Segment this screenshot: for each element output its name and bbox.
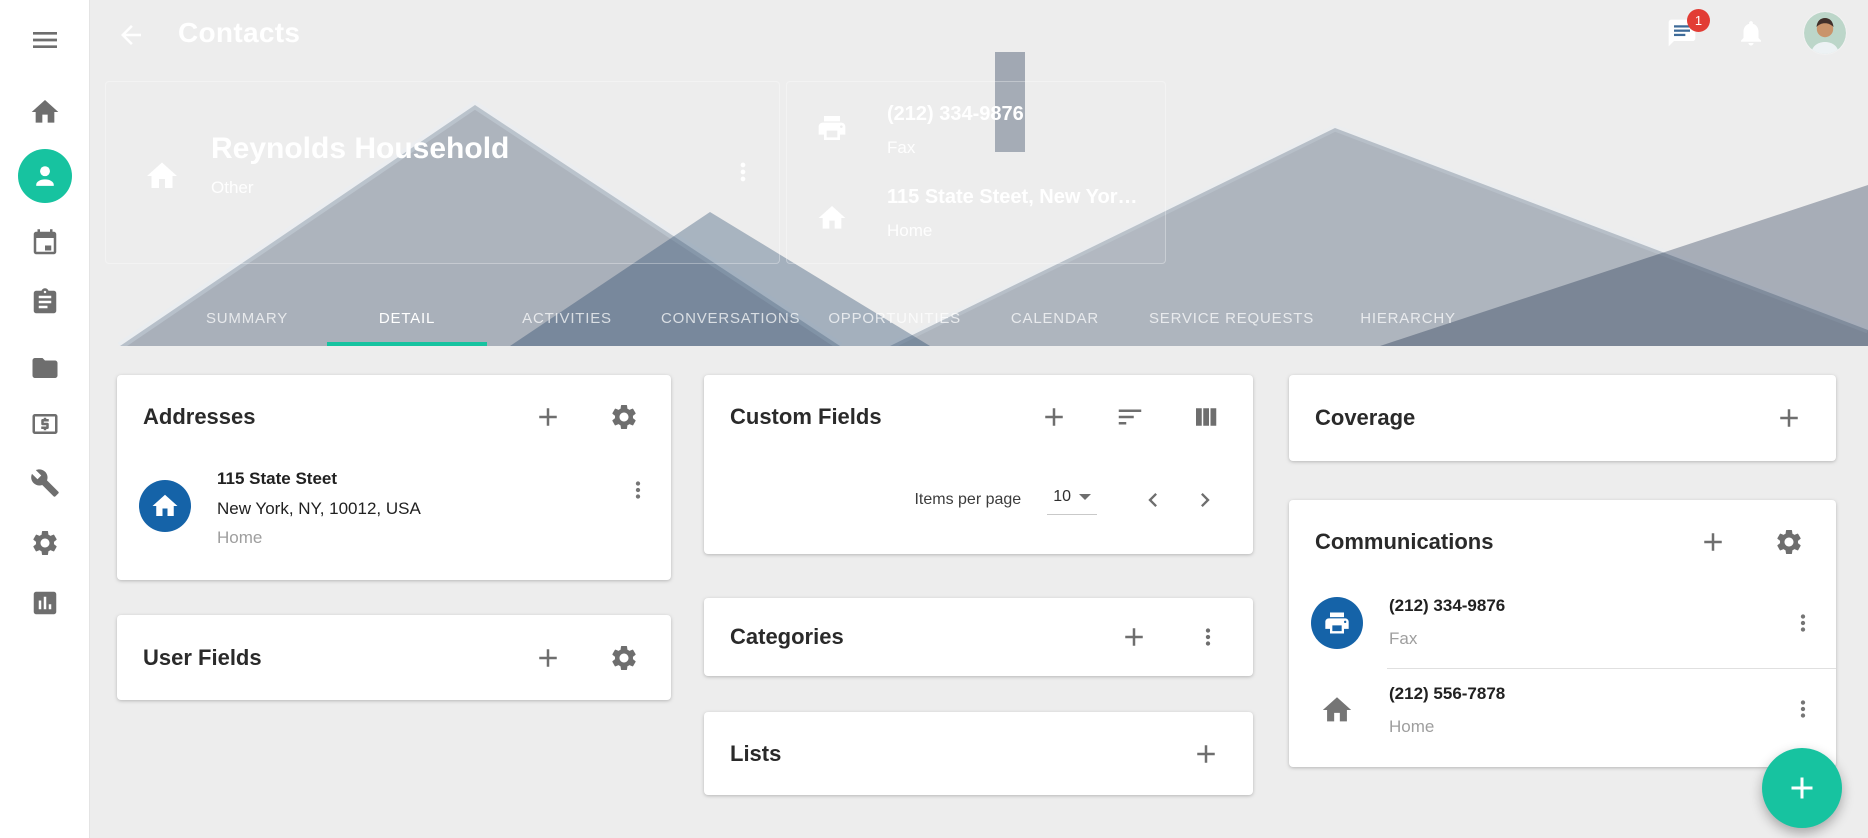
dropdown-caret-icon bbox=[1079, 494, 1091, 500]
home-icon bbox=[816, 202, 848, 234]
household-icon bbox=[144, 158, 180, 194]
columns-icon[interactable] bbox=[1191, 402, 1221, 432]
card-title: User Fields bbox=[143, 645, 262, 671]
quick-info-card: (212) 334-9876 Fax 115 State Steet, New … bbox=[786, 81, 1166, 264]
gear-icon[interactable] bbox=[609, 643, 639, 673]
add-icon[interactable] bbox=[1191, 739, 1221, 769]
add-icon[interactable] bbox=[1774, 403, 1804, 433]
card-title: Lists bbox=[730, 741, 781, 767]
sidebar bbox=[0, 0, 90, 838]
contact-type: Other bbox=[211, 178, 254, 198]
add-icon[interactable] bbox=[1698, 527, 1728, 557]
tab-hierarchy[interactable]: HIERARCHY bbox=[1328, 290, 1488, 346]
tab-conversations[interactable]: CONVERSATIONS bbox=[647, 290, 814, 346]
address-city-line: New York, NY, 10012, USA bbox=[217, 499, 421, 519]
card-title: Coverage bbox=[1315, 405, 1415, 431]
categories-card: Categories bbox=[704, 598, 1253, 676]
tab-opportunities[interactable]: OPPORTUNITIES bbox=[814, 290, 975, 346]
user-fields-card: User Fields bbox=[117, 615, 671, 700]
fax-icon bbox=[816, 112, 848, 144]
next-page-icon[interactable] bbox=[1191, 486, 1219, 514]
contact-summary-card: Reynolds Household Other bbox=[105, 81, 780, 264]
tools-icon[interactable] bbox=[30, 468, 60, 498]
more-vert-icon[interactable] bbox=[625, 477, 651, 503]
tab-activities[interactable]: ACTIVITIES bbox=[487, 290, 647, 346]
topbar-actions: 1 bbox=[1666, 12, 1846, 54]
card-title: Addresses bbox=[143, 404, 256, 430]
card-title: Custom Fields bbox=[730, 404, 882, 430]
tab-calendar[interactable]: CALENDAR bbox=[975, 290, 1135, 346]
tab-bar: SUMMARY DETAIL ACTIVITIES CONVERSATIONS … bbox=[167, 290, 1488, 346]
tab-detail[interactable]: DETAIL bbox=[327, 290, 487, 346]
home-icon bbox=[1320, 693, 1354, 727]
home-icon bbox=[139, 480, 191, 532]
billing-icon[interactable] bbox=[30, 409, 60, 439]
contacts-page: Contacts 1 Reynolds bbox=[0, 0, 1868, 838]
contact-name: Reynolds Household bbox=[211, 132, 509, 166]
quick-info-value: 115 State Steet, New Yor… bbox=[887, 186, 1137, 209]
card-title: Categories bbox=[730, 624, 844, 650]
more-vert-icon[interactable] bbox=[1195, 624, 1221, 650]
addresses-card: Addresses 115 State Steet New York, NY, … bbox=[117, 375, 671, 580]
header: Contacts 1 Reynolds bbox=[90, 0, 1868, 346]
calendar-icon[interactable] bbox=[30, 228, 60, 258]
card-title: Communications bbox=[1315, 529, 1493, 555]
items-per-page-label: Items per page bbox=[914, 491, 1021, 509]
communications-card: Communications (212) 334-9876 Fax (212) … bbox=[1289, 500, 1836, 767]
communication-value: (212) 556-7878 bbox=[1389, 684, 1505, 704]
home-icon[interactable] bbox=[29, 96, 61, 128]
lists-card: Lists bbox=[704, 712, 1253, 795]
quick-info-label: Home bbox=[887, 221, 932, 241]
tab-service-requests[interactable]: SERVICE REQUESTS bbox=[1135, 290, 1328, 346]
add-icon bbox=[1784, 770, 1820, 806]
quick-info-label: Fax bbox=[887, 138, 915, 158]
notifications-bell-icon[interactable] bbox=[1736, 18, 1766, 48]
pagination-bar: Items per page 10 bbox=[914, 475, 1219, 525]
communication-value: (212) 334-9876 bbox=[1389, 596, 1505, 616]
tab-summary[interactable]: SUMMARY bbox=[167, 290, 327, 346]
gear-icon[interactable] bbox=[1774, 527, 1804, 557]
tasks-icon[interactable] bbox=[30, 287, 60, 317]
menu-icon[interactable] bbox=[29, 24, 61, 56]
fax-icon bbox=[1311, 597, 1363, 649]
page-title: Contacts bbox=[178, 17, 300, 49]
back-arrow-icon[interactable] bbox=[116, 20, 146, 50]
add-icon[interactable] bbox=[533, 643, 563, 673]
gear-icon[interactable] bbox=[609, 402, 639, 432]
settings-icon[interactable] bbox=[30, 528, 60, 558]
add-icon[interactable] bbox=[1039, 402, 1069, 432]
sort-icon[interactable] bbox=[1115, 402, 1145, 432]
add-icon[interactable] bbox=[1119, 622, 1149, 652]
quick-info-value: (212) 334-9876 bbox=[887, 103, 1024, 126]
list-divider bbox=[1387, 668, 1836, 669]
documents-icon[interactable] bbox=[30, 353, 60, 383]
add-icon[interactable] bbox=[533, 402, 563, 432]
address-type-label: Home bbox=[217, 528, 262, 548]
sidebar-item-contacts[interactable] bbox=[18, 149, 72, 203]
more-vert-icon[interactable] bbox=[1790, 610, 1816, 636]
messages-icon[interactable]: 1 bbox=[1666, 17, 1698, 49]
coverage-card: Coverage bbox=[1289, 375, 1836, 461]
page-size-value: 10 bbox=[1053, 488, 1071, 506]
notification-badge: 1 bbox=[1687, 9, 1710, 32]
user-avatar[interactable] bbox=[1804, 12, 1846, 54]
add-contact-fab[interactable] bbox=[1762, 748, 1842, 828]
custom-fields-card: Custom Fields Items per page 10 bbox=[704, 375, 1253, 554]
contact-menu-icon[interactable] bbox=[729, 158, 757, 186]
address-street: 115 State Steet bbox=[217, 469, 337, 489]
reports-icon[interactable] bbox=[30, 588, 60, 618]
contacts-icon bbox=[18, 149, 72, 203]
page-size-select[interactable]: 10 bbox=[1047, 486, 1097, 515]
previous-page-icon[interactable] bbox=[1139, 486, 1167, 514]
more-vert-icon[interactable] bbox=[1790, 696, 1816, 722]
communication-label: Fax bbox=[1389, 629, 1417, 649]
communication-label: Home bbox=[1389, 717, 1434, 737]
